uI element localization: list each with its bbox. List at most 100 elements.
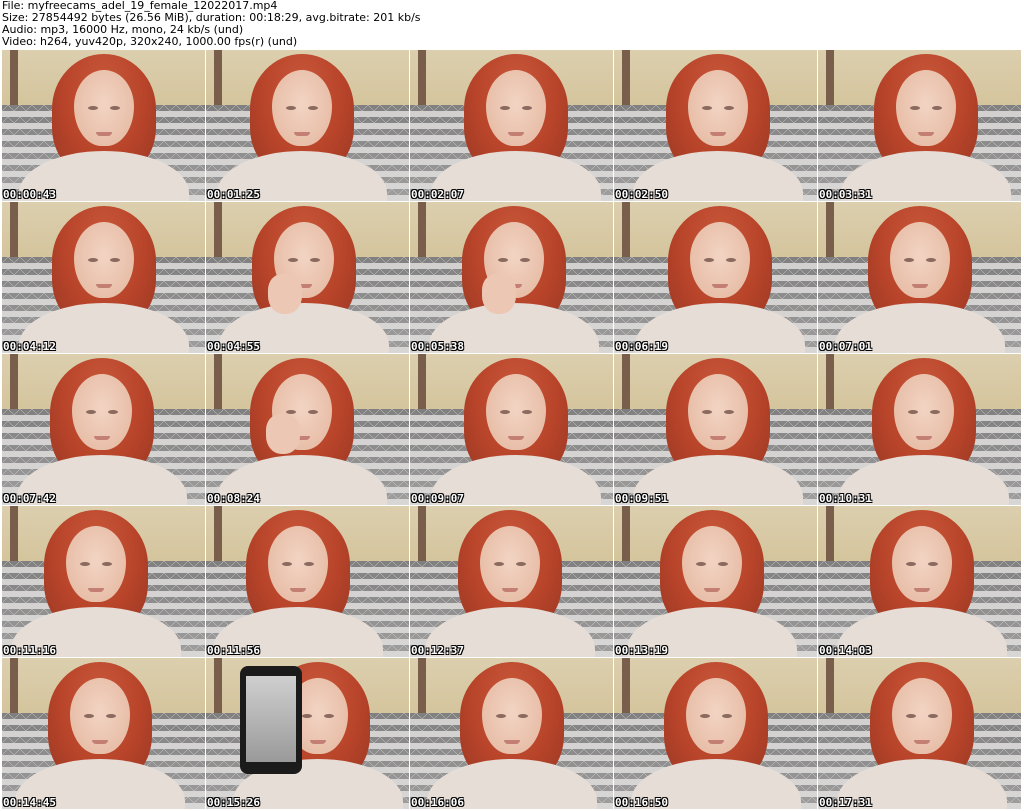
- person-face: [485, 70, 546, 146]
- video-thumbnail: 00:05:38: [410, 202, 613, 353]
- thumbnail-timestamp: 00:04:12: [3, 340, 56, 353]
- picture-frame: [622, 50, 630, 110]
- eye-left: [281, 562, 292, 566]
- eye-right: [725, 258, 736, 262]
- person-face: [65, 526, 126, 602]
- eye-right: [309, 258, 320, 262]
- eye-left: [695, 562, 706, 566]
- eye-right: [721, 714, 732, 718]
- thumbnail-timestamp: 00:17:31: [819, 796, 872, 809]
- mouth: [87, 588, 104, 592]
- eye-left: [499, 106, 510, 110]
- thumbnail-timestamp: 00:14:45: [3, 796, 56, 809]
- eye-right: [107, 410, 118, 414]
- hand: [482, 274, 516, 314]
- thumbnail-timestamp: 00:05:38: [411, 340, 464, 353]
- eye-right: [101, 562, 112, 566]
- video-thumbnail: 00:16:06: [410, 658, 613, 809]
- eye-left: [493, 562, 504, 566]
- video-thumbnail: 00:11:56: [206, 506, 409, 657]
- person-face: [479, 526, 540, 602]
- person-face: [681, 526, 742, 602]
- eye-right: [307, 410, 318, 414]
- eye-right: [109, 106, 120, 110]
- mouth: [93, 436, 110, 440]
- thumbnail-timestamp: 00:01:25: [207, 188, 260, 201]
- mouth: [917, 132, 934, 136]
- video-info-line: Video: h264, yuv420p, 320x240, 1000.00 f…: [2, 35, 298, 48]
- video-thumbnail: 00:03:31: [818, 50, 1021, 201]
- eye-right: [521, 410, 532, 414]
- person-face: [891, 678, 952, 754]
- picture-frame: [826, 202, 834, 262]
- eye-left: [699, 714, 710, 718]
- mouth: [707, 740, 724, 744]
- eye-left: [909, 106, 920, 110]
- hand: [266, 414, 300, 454]
- picture-frame: [826, 354, 834, 414]
- video-thumbnail: 00:14:03: [818, 506, 1021, 657]
- thumbnail-timestamp: 00:03:31: [819, 188, 872, 201]
- person-face: [481, 678, 542, 754]
- person-face: [685, 678, 746, 754]
- video-thumbnail: 00:11:16: [2, 506, 205, 657]
- mouth: [91, 740, 108, 744]
- picture-frame: [622, 658, 630, 718]
- eye-right: [723, 410, 734, 414]
- eye-left: [85, 410, 96, 414]
- thumbnail-timestamp: 00:11:16: [3, 644, 56, 657]
- mouth: [507, 436, 524, 440]
- eye-left: [301, 714, 312, 718]
- phone-screen: [246, 676, 296, 762]
- eye-right: [927, 714, 938, 718]
- eye-right: [519, 258, 530, 262]
- eye-left: [905, 562, 916, 566]
- picture-frame: [418, 354, 426, 414]
- picture-frame: [10, 658, 18, 718]
- eye-right: [929, 410, 940, 414]
- thumbnail-timestamp: 00:00:43: [3, 188, 56, 201]
- picture-frame: [214, 506, 222, 566]
- mouth: [913, 740, 930, 744]
- thumbnail-timestamp: 00:16:06: [411, 796, 464, 809]
- video-thumbnail: 00:09:51: [614, 354, 817, 505]
- mouth: [503, 740, 520, 744]
- picture-frame: [622, 506, 630, 566]
- video-thumbnail: 00:08:24: [206, 354, 409, 505]
- mouth: [95, 284, 112, 288]
- eye-right: [717, 562, 728, 566]
- mouth: [911, 284, 928, 288]
- eye-left: [495, 714, 506, 718]
- eye-left: [287, 258, 298, 262]
- eye-left: [83, 714, 94, 718]
- picture-frame: [418, 506, 426, 566]
- media-info-header: File: myfreecams_adel_19_female_12022017…: [2, 0, 1020, 50]
- eye-right: [105, 714, 116, 718]
- eye-left: [499, 410, 510, 414]
- video-thumbnail: 00:07:01: [818, 202, 1021, 353]
- picture-frame: [622, 202, 630, 262]
- person-face: [891, 526, 952, 602]
- video-thumbnail: 00:07:42: [2, 354, 205, 505]
- thumbnail-timestamp: 00:10:31: [819, 492, 872, 505]
- person-face: [893, 374, 954, 450]
- video-thumbnail: 00:04:55: [206, 202, 409, 353]
- picture-frame: [826, 658, 834, 718]
- thumbnail-timestamp: 00:11:56: [207, 644, 260, 657]
- thumbnail-timestamp: 00:14:03: [819, 644, 872, 657]
- eye-left: [285, 106, 296, 110]
- picture-frame: [214, 50, 222, 110]
- eye-right: [931, 106, 942, 110]
- eye-right: [927, 562, 938, 566]
- video-thumbnail: 00:17:31: [818, 658, 1021, 809]
- mouth: [915, 436, 932, 440]
- picture-frame: [418, 202, 426, 262]
- person-face: [271, 70, 332, 146]
- mouth: [709, 132, 726, 136]
- picture-frame: [826, 506, 834, 566]
- thumbnail-grid: 00:00:43 00:01:25 00:02:07 00:02:50 00:03:31…: [2, 50, 1022, 810]
- eye-right: [723, 106, 734, 110]
- thumbnail-timestamp: 00:02:07: [411, 188, 464, 201]
- picture-frame: [622, 354, 630, 414]
- picture-frame: [10, 354, 18, 414]
